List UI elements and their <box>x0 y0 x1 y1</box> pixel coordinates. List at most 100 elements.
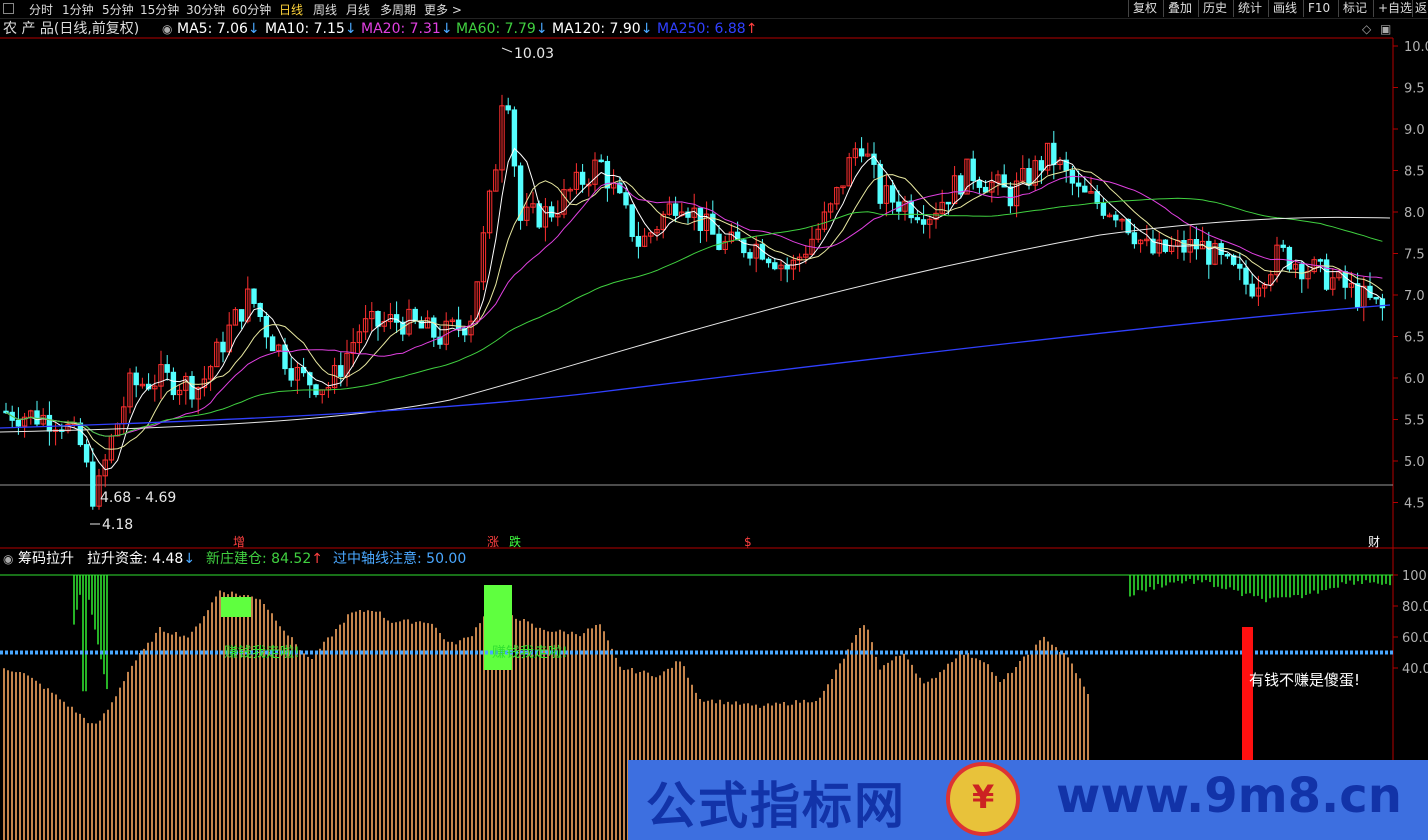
fool-label: 有钱不赚是傻蛋! <box>1249 671 1360 689</box>
candle-body <box>1051 142 1057 166</box>
watermark-logo: ¥ <box>946 762 1020 836</box>
candle-body <box>635 235 642 247</box>
event-mark: 财 <box>1368 535 1380 549</box>
period-tab[interactable]: 多周期 <box>380 1 416 18</box>
candle-body <box>976 179 983 188</box>
candle-body <box>1113 214 1119 221</box>
period-more[interactable]: 更多 > <box>424 1 462 18</box>
candle-body <box>1354 283 1361 308</box>
candle-body <box>1162 239 1169 252</box>
y-tick-label: 5.0 <box>1404 455 1425 470</box>
candle-body <box>269 336 276 352</box>
y-tick-label: 10.0 <box>1404 40 1428 55</box>
candle-body <box>511 109 518 167</box>
ind-y-tick-label: 80.0 <box>1402 600 1428 615</box>
y-tick-label: 5.5 <box>1404 414 1425 429</box>
candle-body <box>455 319 462 330</box>
candle-body <box>914 217 921 221</box>
candle-body <box>1218 243 1224 255</box>
candle-body <box>1237 263 1243 269</box>
candle-body <box>1026 168 1032 186</box>
candle-body <box>90 461 96 507</box>
indicator-name: 筹码拉升 <box>18 551 74 567</box>
y-tick-label: 4.5 <box>1404 497 1425 512</box>
candle-body <box>579 171 586 185</box>
event-mark: 涨 <box>487 534 499 549</box>
window-icon[interactable]: ▣ <box>1380 19 1391 39</box>
candle-body <box>393 314 400 323</box>
overlay-button[interactable]: 叠加 <box>1163 0 1196 17</box>
candle-body <box>1224 253 1231 257</box>
watermark-text: 公式指标网 <box>646 777 906 835</box>
candle-body <box>1075 182 1082 187</box>
y-tick-label: 6.5 <box>1404 331 1425 346</box>
period-tab[interactable]: 30分钟 <box>186 1 225 18</box>
lift-fund-value: 拉升资金: 4.48↓ <box>87 551 196 567</box>
run-label: 赚钱我走啦! <box>492 644 568 661</box>
history-button[interactable]: 历史 <box>1198 0 1231 17</box>
candle-body <box>251 288 257 304</box>
event-mark: 跌 <box>509 534 521 549</box>
mark-button[interactable]: 标记 <box>1338 0 1371 17</box>
candle-body <box>1100 202 1107 216</box>
period-tab[interactable]: 15分钟 <box>140 1 179 18</box>
candle-body <box>431 317 437 338</box>
f10-button[interactable]: F10 <box>1303 0 1334 17</box>
chart-canvas[interactable]: 10.0 9.5 9.0 8.5 8.0 7.5 7.0 6.5 6.0 5.5 5.0 4.5 10.… <box>0 0 1428 840</box>
back-button[interactable]: 返 <box>1412 0 1428 17</box>
collapse-icon[interactable]: ◉ <box>162 19 172 39</box>
candle-body <box>765 258 772 264</box>
period-tab-selected[interactable]: 日线 <box>279 1 303 18</box>
candle-body <box>257 302 263 318</box>
period-tab[interactable]: 1分钟 <box>62 1 94 18</box>
candle-body <box>784 264 790 270</box>
candle-body <box>338 365 344 377</box>
stats-button[interactable]: 统计 <box>1233 0 1266 17</box>
diamond-icon[interactable]: ◇ <box>1362 19 1371 39</box>
watermark-url: www.9m8.cn <box>1056 768 1402 824</box>
red-signal-bar <box>1242 627 1253 767</box>
y-tick-label: 6.0 <box>1404 372 1425 387</box>
y-tick-label: 9.5 <box>1404 82 1425 97</box>
candle-body <box>1280 244 1286 248</box>
restore-rights-button[interactable]: 复权 <box>1128 0 1161 17</box>
ind-y-tick-label: 60.0 <box>1402 631 1428 646</box>
candle-body <box>747 252 753 259</box>
candle-body <box>623 192 629 206</box>
candle-body <box>710 213 716 235</box>
add-watchlist-button[interactable]: +自选 <box>1373 0 1416 17</box>
period-tab[interactable]: 月线 <box>346 1 370 18</box>
period-tab[interactable]: 5分钟 <box>102 1 134 18</box>
candle-body <box>1299 263 1305 280</box>
candle-body <box>889 185 896 203</box>
period-tab[interactable]: 60分钟 <box>232 1 271 18</box>
candle-body <box>629 204 635 237</box>
ma10-value: MA10: 7.15↓ <box>265 21 357 37</box>
candle-body <box>133 372 139 386</box>
candle-body <box>238 309 245 322</box>
high-price-label: 10.03 <box>514 46 554 62</box>
menu-square-icon[interactable] <box>3 3 14 14</box>
period-toolbar: 分时 1分钟 5分钟 15分钟 30分钟 60分钟 日线 周线 月线 多周期 更… <box>0 0 1428 19</box>
candle-body <box>1193 239 1200 250</box>
event-mark: 增 <box>233 535 245 549</box>
collapse-icon[interactable]: ◉ <box>3 549 13 569</box>
candle-body <box>34 410 40 425</box>
candle-body <box>1323 259 1330 290</box>
signal-block <box>221 597 251 617</box>
candle-body <box>170 371 177 396</box>
period-tab[interactable]: 分时 <box>29 1 53 18</box>
period-tab[interactable]: 周线 <box>313 1 337 18</box>
ma20-value: MA20: 7.31↓ <box>361 21 453 37</box>
candle-body <box>672 203 679 216</box>
y-tick-label: 8.0 <box>1404 206 1425 221</box>
ma60-value: MA60: 7.79↓ <box>456 21 548 37</box>
draw-button[interactable]: 画线 <box>1268 0 1301 17</box>
candle-body <box>1038 160 1045 171</box>
candle-body <box>945 201 952 205</box>
candle-body <box>1249 283 1255 297</box>
candle-body <box>220 341 226 353</box>
candle-body <box>288 368 294 381</box>
candle-body <box>1082 185 1088 193</box>
candle-body <box>282 344 288 370</box>
